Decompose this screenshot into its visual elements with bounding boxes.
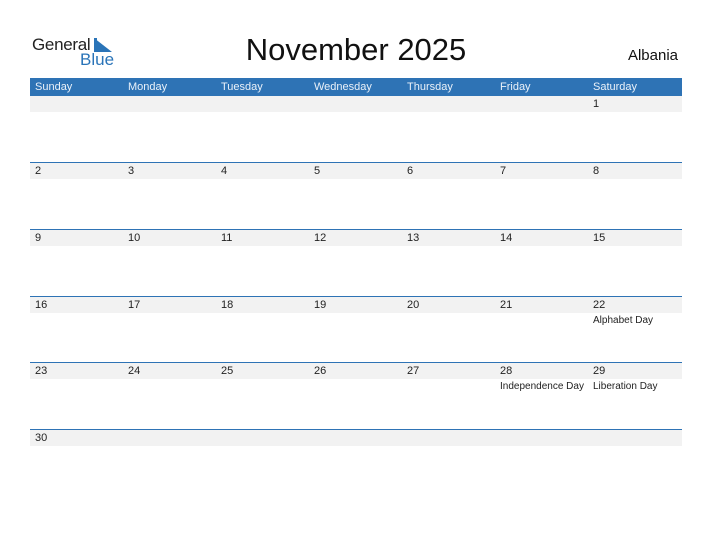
day-cell <box>216 96 309 163</box>
holiday-label: Independence Day <box>500 381 584 392</box>
day-cell[interactable]: 17 <box>123 297 216 364</box>
weekday-saturday: Saturday <box>593 81 638 93</box>
day-number: 20 <box>407 299 420 311</box>
weekday-wednesday: Wednesday <box>314 81 372 93</box>
day-number: 16 <box>35 299 48 311</box>
day-number: 22 <box>593 299 606 311</box>
day-number: 12 <box>314 232 327 244</box>
day-cell[interactable]: 21 <box>495 297 588 364</box>
day-cell[interactable]: 5 <box>309 163 402 230</box>
week-row: 30 <box>30 429 682 497</box>
day-number: 25 <box>221 365 234 377</box>
weekday-thursday: Thursday <box>407 81 453 93</box>
weekday-friday: Friday <box>500 81 531 93</box>
day-number: 28 <box>500 365 513 377</box>
day-number: 15 <box>593 232 606 244</box>
day-number: 17 <box>128 299 141 311</box>
day-cell[interactable]: 10 <box>123 230 216 297</box>
day-cell[interactable]: 9 <box>30 230 123 297</box>
day-cell[interactable]: 30 <box>30 430 123 497</box>
day-cell[interactable]: 2 <box>30 163 123 230</box>
day-number: 23 <box>35 365 48 377</box>
day-cell <box>30 96 123 163</box>
day-cell[interactable]: 22 Alphabet Day <box>588 297 681 364</box>
day-number: 24 <box>128 365 141 377</box>
day-cell[interactable]: 26 <box>309 363 402 430</box>
day-cell <box>309 430 402 497</box>
day-cell[interactable]: 18 <box>216 297 309 364</box>
day-cell <box>216 430 309 497</box>
day-number: 2 <box>35 165 42 177</box>
day-number: 8 <box>593 165 600 177</box>
day-number: 27 <box>407 365 420 377</box>
day-cell[interactable]: 27 <box>402 363 495 430</box>
day-cell[interactable]: 8 <box>588 163 681 230</box>
weekday-header: Sunday Monday Tuesday Wednesday Thursday Frid… <box>30 78 682 96</box>
day-cell[interactable]: 1 <box>588 96 681 163</box>
day-cell[interactable]: 25 <box>216 363 309 430</box>
day-cell[interactable]: 29 Liberation Day <box>588 363 681 430</box>
day-cell <box>402 96 495 163</box>
day-cell[interactable]: 14 <box>495 230 588 297</box>
day-cell[interactable]: 3 <box>123 163 216 230</box>
day-number: 13 <box>407 232 420 244</box>
week-row: 2 3 4 5 6 7 8 <box>30 162 682 230</box>
weekday-tuesday: Tuesday <box>221 81 263 93</box>
week-row: 9 10 11 12 13 14 15 <box>30 229 682 297</box>
day-number: 26 <box>314 365 327 377</box>
day-cell[interactable]: 20 <box>402 297 495 364</box>
day-cell[interactable]: 23 <box>30 363 123 430</box>
day-number: 4 <box>221 165 228 177</box>
day-number: 30 <box>35 432 48 444</box>
week-row: 23 24 25 26 27 28 Independence Day 29 Liberation… <box>30 362 682 430</box>
holiday-label: Liberation Day <box>593 381 658 392</box>
day-number: 10 <box>128 232 141 244</box>
calendar-title: November 2025 <box>245 32 467 67</box>
day-cell[interactable]: 28 Independence Day <box>495 363 588 430</box>
day-cell[interactable]: 11 <box>216 230 309 297</box>
day-cell <box>123 430 216 497</box>
week-row: 16 17 18 19 20 21 22 Alphabet Day <box>30 296 682 364</box>
day-cell <box>495 96 588 163</box>
day-cell[interactable]: 24 <box>123 363 216 430</box>
day-cell <box>588 430 681 497</box>
day-number: 29 <box>593 365 606 377</box>
day-number: 5 <box>314 165 321 177</box>
day-cell[interactable]: 13 <box>402 230 495 297</box>
day-cell[interactable]: 6 <box>402 163 495 230</box>
day-number: 3 <box>128 165 135 177</box>
day-cell <box>123 96 216 163</box>
day-cell[interactable]: 4 <box>216 163 309 230</box>
day-number: 7 <box>500 165 507 177</box>
day-cell[interactable]: 16 <box>30 297 123 364</box>
day-cell <box>495 430 588 497</box>
day-number: 19 <box>314 299 327 311</box>
weekday-sunday: Sunday <box>35 81 73 93</box>
day-cell[interactable]: 7 <box>495 163 588 230</box>
day-number: 11 <box>221 232 233 244</box>
day-number: 21 <box>500 299 513 311</box>
holiday-label: Alphabet Day <box>593 315 654 326</box>
day-number: 18 <box>221 299 234 311</box>
day-cell[interactable]: 12 <box>309 230 402 297</box>
weekday-monday: Monday <box>128 81 168 93</box>
day-cell[interactable]: 19 <box>309 297 402 364</box>
week-row: 1 <box>30 96 682 163</box>
day-number: 1 <box>593 98 600 110</box>
day-number: 14 <box>500 232 513 244</box>
day-number: 6 <box>407 165 414 177</box>
day-number: 9 <box>35 232 42 244</box>
country-label: Albania <box>627 47 678 64</box>
day-cell[interactable]: 15 <box>588 230 681 297</box>
day-cell <box>402 430 495 497</box>
day-cell <box>309 96 402 163</box>
